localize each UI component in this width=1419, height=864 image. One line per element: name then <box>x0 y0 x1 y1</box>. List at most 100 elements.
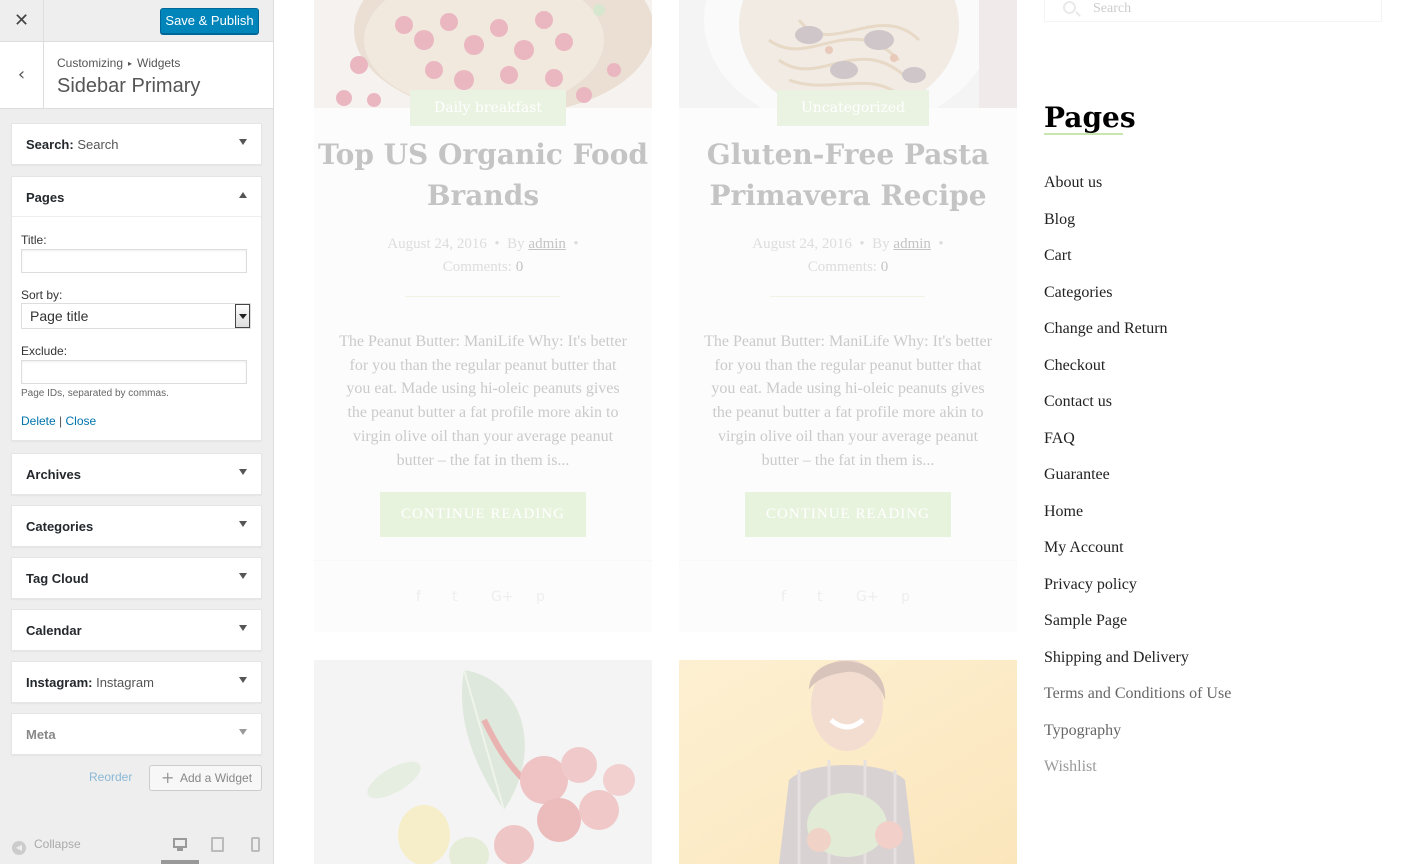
close-link[interactable]: Close <box>66 414 97 428</box>
save-publish-button[interactable]: Save & Publish <box>160 8 259 34</box>
page-link[interactable]: Home <box>1044 503 1231 540</box>
post-title[interactable]: Top US Organic Food Brands <box>314 134 652 216</box>
breadcrumb-separator: ▸ <box>128 59 133 68</box>
search-input[interactable]: Search <box>1093 1 1131 17</box>
page-link[interactable]: Shipping and Delivery <box>1044 649 1231 686</box>
chevron-left-icon: ‹ <box>17 64 26 85</box>
exclude-label: Exclude: <box>21 344 68 358</box>
widget-search[interactable]: Search: Search <box>11 123 262 165</box>
expand-arrow-icon[interactable] <box>239 677 247 683</box>
widget-search-header[interactable]: Search: Search <box>12 124 261 164</box>
breadcrumb-child: Widgets <box>137 56 181 70</box>
post-card <box>314 660 652 864</box>
post-image[interactable] <box>314 660 652 864</box>
page-link[interactable]: Cart <box>1044 247 1231 284</box>
tablet-preview-icon[interactable] <box>209 836 227 854</box>
expand-arrow-icon[interactable] <box>239 521 247 527</box>
search-widget[interactable]: Search <box>1044 0 1382 22</box>
section-header: ‹ Customizing ▸ Widgets Sidebar Primary <box>0 42 273 109</box>
expand-arrow-icon[interactable] <box>239 139 247 145</box>
mobile-preview-icon[interactable] <box>248 836 266 854</box>
widget-instagram-header[interactable]: Instagram: Instagram <box>12 662 261 702</box>
dropdown-arrow-icon[interactable] <box>235 304 250 328</box>
exclude-input[interactable] <box>21 360 247 384</box>
section-title: Sidebar Primary <box>57 75 201 97</box>
page-link[interactable]: Contact us <box>1044 393 1231 430</box>
customizer-header: ✕ Save & Publish <box>0 0 273 42</box>
page-link[interactable]: Categories <box>1044 284 1231 321</box>
author-link[interactable]: admin <box>893 236 931 252</box>
widget-tag-cloud-header[interactable]: Tag Cloud <box>12 558 261 598</box>
post-image[interactable] <box>679 660 1017 864</box>
expand-arrow-icon[interactable] <box>239 729 247 735</box>
page-link[interactable]: My Account <box>1044 539 1231 576</box>
widget-tag-cloud[interactable]: Tag Cloud <box>11 557 262 599</box>
page-link[interactable]: Checkout <box>1044 357 1231 394</box>
post-excerpt: The Peanut Butter: ManiLife Why: It's be… <box>704 333 992 469</box>
page-link[interactable]: Terms and Conditions of Use <box>1044 685 1231 722</box>
collapse-button[interactable]: ◀ Collapse <box>12 837 81 855</box>
desktop-preview-icon[interactable] <box>171 836 189 854</box>
google-plus-icon[interactable]: G+ <box>856 589 879 605</box>
collapse-arrow-icon[interactable] <box>239 192 247 198</box>
author-link[interactable]: admin <box>528 236 566 252</box>
pinterest-icon[interactable]: p <box>901 589 910 605</box>
twitter-icon[interactable]: t <box>452 589 458 605</box>
comments-count[interactable]: 0 <box>516 259 524 275</box>
collapse-arrow-icon: ◀ <box>12 841 26 855</box>
post-card <box>679 660 1017 864</box>
reorder-link[interactable]: Reorder <box>89 770 132 784</box>
page-link[interactable]: Privacy policy <box>1044 576 1231 613</box>
widget-categories-title: Categories <box>26 519 94 534</box>
page-link[interactable]: Typography <box>1044 722 1231 759</box>
pinterest-icon[interactable]: p <box>536 589 545 605</box>
sort-by-select[interactable]: Page title <box>21 303 251 329</box>
widget-pages-header[interactable]: Pages <box>12 177 261 217</box>
pages-heading: Pages <box>1044 101 1136 134</box>
page-link[interactable]: Guarantee <box>1044 466 1231 503</box>
continue-reading-button[interactable]: CONTINUE READING <box>380 492 586 537</box>
divider <box>405 296 560 297</box>
twitter-icon[interactable]: t <box>817 589 823 605</box>
widget-search-title: Search: Search <box>26 137 119 152</box>
widget-instagram-title: Instagram: Instagram <box>26 675 154 690</box>
widget-calendar-header[interactable]: Calendar <box>12 610 261 650</box>
title-input[interactable] <box>21 249 247 273</box>
post-meta: August 24, 2016 • By admin • <box>752 236 944 252</box>
page-link[interactable]: About us <box>1044 174 1231 211</box>
back-button[interactable]: ‹ <box>0 42 44 108</box>
widget-meta[interactable]: Meta <box>11 713 262 755</box>
category-badge[interactable]: Daily breakfast <box>410 90 566 126</box>
page-link[interactable]: FAQ <box>1044 430 1231 467</box>
page-link[interactable]: Blog <box>1044 211 1231 248</box>
widget-instagram[interactable]: Instagram: Instagram <box>11 661 262 703</box>
page-link[interactable]: Sample Page <box>1044 612 1231 649</box>
google-plus-icon[interactable]: G+ <box>491 589 514 605</box>
widget-actions: Delete | Close <box>21 414 96 428</box>
widget-meta-header[interactable]: Meta <box>12 714 261 754</box>
facebook-icon[interactable]: f <box>781 589 786 605</box>
expand-arrow-icon[interactable] <box>239 625 247 631</box>
widget-archives[interactable]: Archives <box>11 453 262 495</box>
widget-archives-header[interactable]: Archives <box>12 454 261 494</box>
facebook-icon[interactable]: f <box>416 589 421 605</box>
breadcrumb: Customizing ▸ Widgets <box>57 56 180 70</box>
widget-categories[interactable]: Categories <box>11 505 262 547</box>
expand-arrow-icon[interactable] <box>239 573 247 579</box>
delete-link[interactable]: Delete <box>21 414 56 428</box>
post-excerpt: The Peanut Butter: ManiLife Why: It's be… <box>339 333 627 469</box>
post-title[interactable]: Gluten-Free Pasta Primavera Recipe <box>679 134 1017 216</box>
continue-reading-button[interactable]: CONTINUE READING <box>745 492 951 537</box>
add-widget-button[interactable]: + Add a Widget <box>149 765 262 791</box>
page-link[interactable]: Wishlist <box>1044 758 1231 795</box>
widget-calendar[interactable]: Calendar <box>11 609 262 651</box>
widget-calendar-title: Calendar <box>26 623 82 638</box>
category-badge[interactable]: Uncategorized <box>777 90 930 126</box>
widget-pages: Pages Title: Sort by: Page title Exclude… <box>11 176 262 441</box>
widget-categories-header[interactable]: Categories <box>12 506 261 546</box>
close-customizer-button[interactable]: ✕ <box>0 0 44 42</box>
expand-arrow-icon[interactable] <box>239 469 247 475</box>
customizer-panel: ✕ Save & Publish ‹ Customizing ▸ Widgets S… <box>0 0 274 864</box>
page-link[interactable]: Change and Return <box>1044 320 1231 357</box>
comments-count[interactable]: 0 <box>881 259 889 275</box>
